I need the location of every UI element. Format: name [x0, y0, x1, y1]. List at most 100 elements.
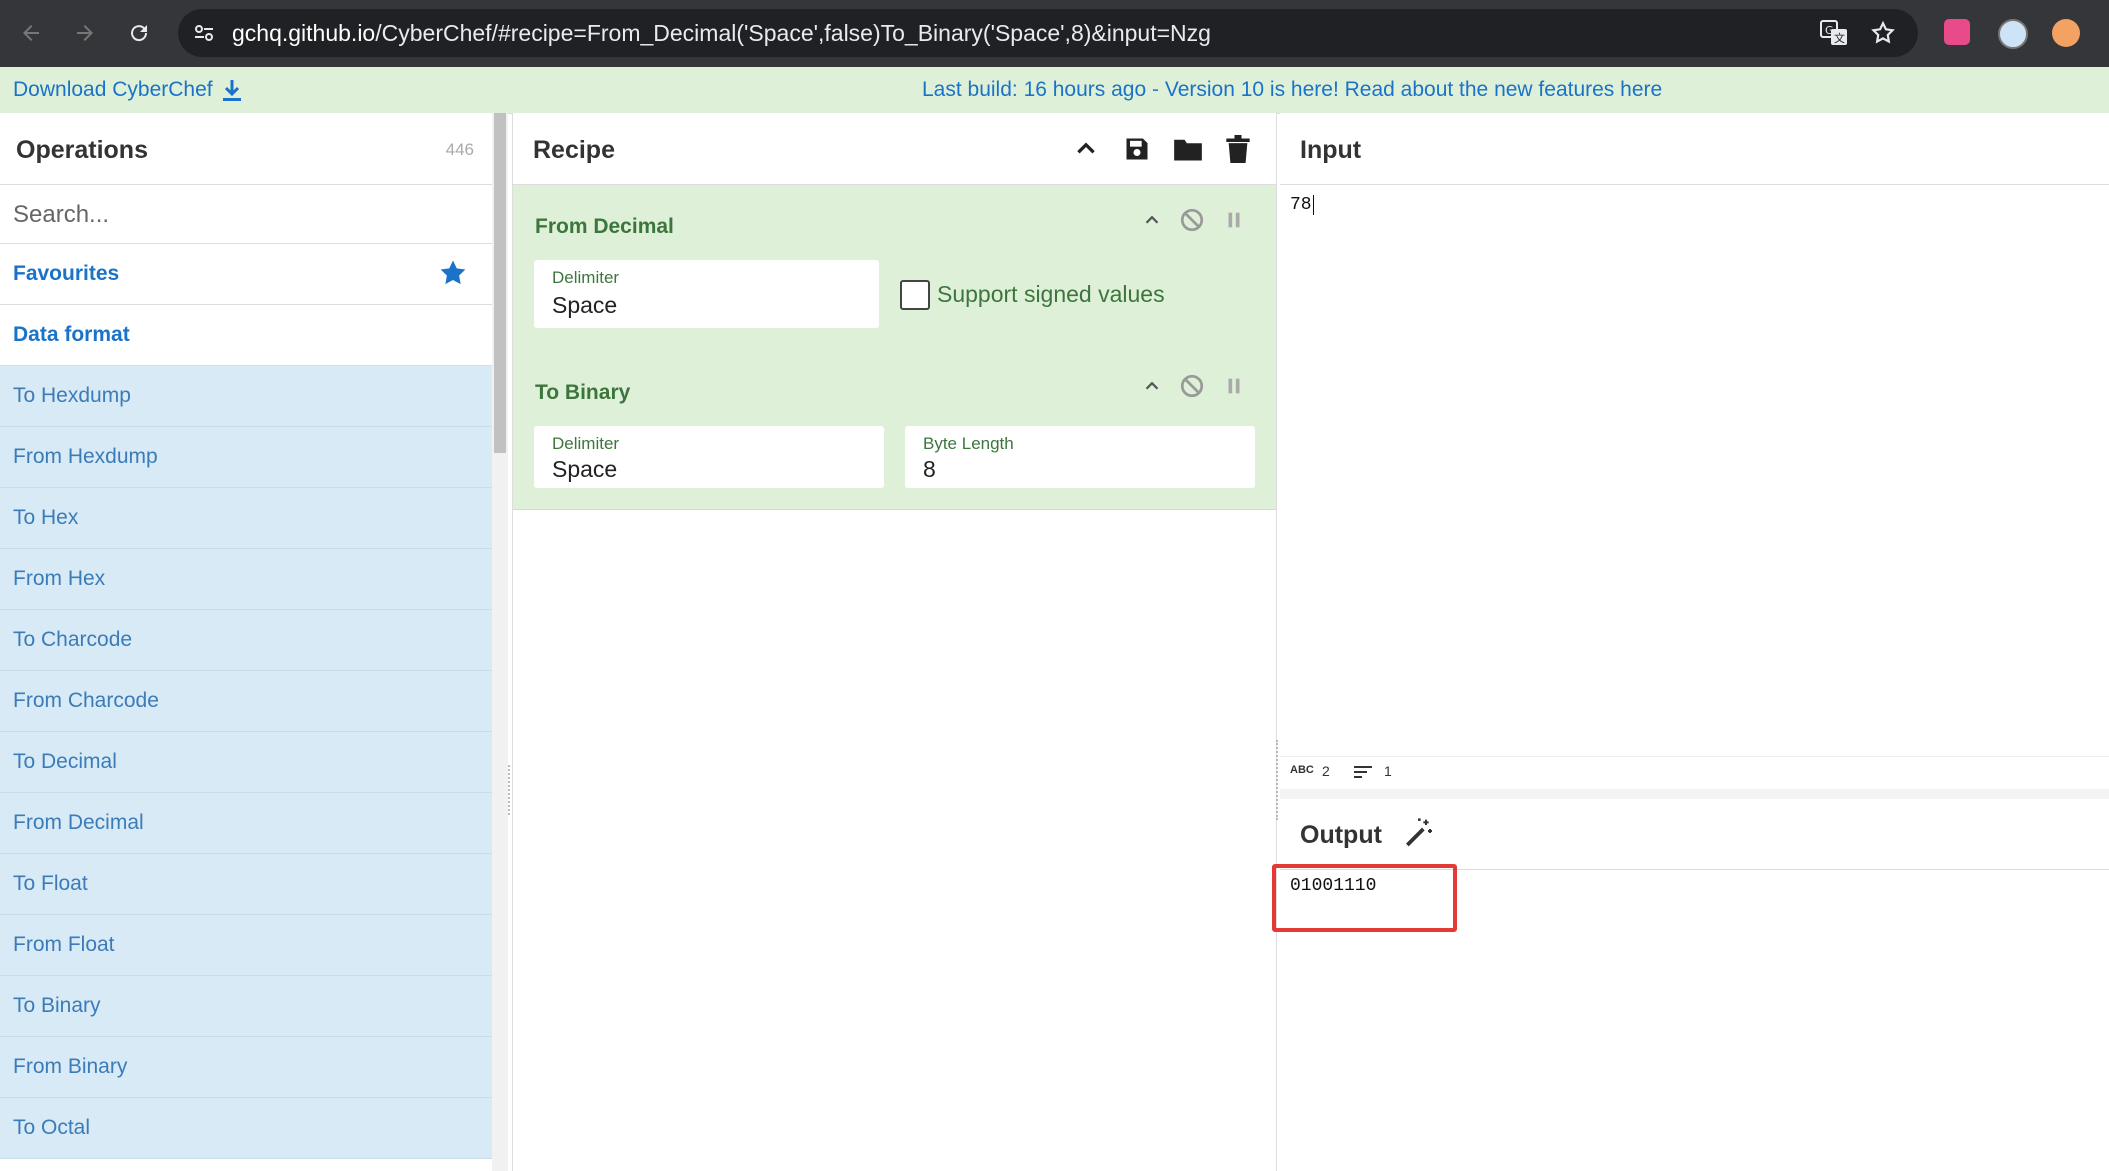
op-item-label: To Decimal — [13, 750, 117, 773]
banner-separator: - — [1146, 78, 1165, 101]
reload-icon[interactable] — [122, 16, 156, 50]
disable-op-icon[interactable] — [1179, 373, 1205, 404]
char-count: 2 — [1322, 763, 1330, 779]
op-item-from-float[interactable]: From Float — [0, 915, 492, 976]
extension-icon[interactable] — [1944, 19, 1970, 45]
url-path: /CyberChef/#recipe=From_Decimal('Space',… — [375, 20, 1211, 46]
input-title: Input — [1300, 136, 1362, 164]
save-icon[interactable] — [1123, 135, 1151, 168]
op-item-to-hex[interactable]: To Hex — [0, 488, 492, 549]
op-item-from-hexdump[interactable]: From Hexdump — [0, 427, 492, 488]
delimiter-field[interactable]: Delimiter Space — [534, 426, 884, 488]
delimiter-field[interactable]: Delimiter Space — [534, 260, 879, 328]
op-item-to-decimal[interactable]: To Decimal — [0, 732, 492, 793]
lines-icon — [1354, 764, 1374, 783]
byte-length-label: Byte Length — [923, 434, 1014, 453]
collapse-all-icon[interactable] — [1073, 135, 1099, 166]
scrollbar-thumb[interactable] — [494, 113, 506, 453]
translate-icon[interactable]: G文 — [1820, 20, 1848, 51]
op-item-label: To Hexdump — [13, 384, 131, 407]
download-label: Download CyberChef — [13, 78, 213, 101]
op-item-from-hex[interactable]: From Hex — [0, 549, 492, 610]
recipe-title: Recipe — [533, 136, 615, 164]
op-item-label: To Float — [13, 872, 88, 895]
recipe-op-to-binary[interactable]: To Binary Delimiter Space Byte Length 8 — [513, 351, 1276, 510]
delimiter-label: Delimiter — [552, 268, 620, 287]
avatar[interactable] — [2052, 19, 2080, 47]
breakpoint-icon[interactable] — [1223, 209, 1245, 236]
favourites-label: Favourites — [13, 262, 120, 285]
magic-wand-icon[interactable] — [1402, 817, 1434, 854]
op-item-to-octal[interactable]: To Octal — [0, 1098, 492, 1159]
operations-count: 446 — [445, 140, 474, 159]
profile-icon[interactable] — [1998, 19, 2028, 49]
op-item-label: From Hex — [13, 567, 106, 590]
op-item-label: From Hexdump — [13, 445, 158, 468]
delimiter-label: Delimiter — [552, 434, 620, 453]
forward-icon[interactable] — [68, 16, 102, 50]
op-item-from-binary[interactable]: From Binary — [0, 1037, 492, 1098]
delimiter-value: Space — [552, 456, 618, 482]
url-text: gchq.github.io/CyberChef/#recipe=From_De… — [232, 20, 1211, 47]
collapse-op-icon[interactable] — [1141, 375, 1163, 402]
star-icon — [440, 260, 466, 285]
recipe-resize-handle[interactable] — [1276, 740, 1282, 820]
op-item-label: From Float — [13, 933, 115, 956]
download-cyberchef-link[interactable]: Download CyberChef — [13, 78, 243, 102]
url-host: gchq.github.io — [232, 20, 376, 46]
op-item-to-binary[interactable]: To Binary — [0, 976, 492, 1037]
output-title: Output — [1300, 821, 1382, 849]
byte-length-field[interactable]: Byte Length 8 — [905, 426, 1255, 488]
text-cursor — [1312, 195, 1314, 215]
op-item-label: From Charcode — [13, 689, 159, 712]
search-placeholder: Search... — [13, 201, 110, 228]
op-item-label: From Binary — [13, 1055, 128, 1078]
version-message[interactable]: Last build: 16 hours ago - Version 10 is… — [922, 78, 1662, 102]
ops-resize-handle[interactable] — [508, 765, 514, 815]
op-item-from-decimal[interactable]: From Decimal — [0, 793, 492, 854]
op-item-to-charcode[interactable]: To Charcode — [0, 610, 492, 671]
op-item-to-hexdump[interactable]: To Hexdump — [0, 366, 492, 427]
recipe-op-title: To Binary — [535, 381, 631, 404]
category-data-format[interactable]: Data format — [0, 305, 492, 366]
version-notice-link[interactable]: Version 10 is here! Read about the new f… — [1165, 78, 1662, 101]
search-input[interactable]: Search... — [0, 185, 492, 244]
back-icon[interactable] — [14, 16, 48, 50]
op-item-label: From Decimal — [13, 811, 144, 834]
output-highlight-box — [1272, 864, 1457, 932]
breakpoint-icon[interactable] — [1223, 375, 1245, 402]
op-item-to-float[interactable]: To Float — [0, 854, 492, 915]
op-item-from-charcode[interactable]: From Charcode — [0, 671, 492, 732]
folder-icon[interactable] — [1173, 135, 1203, 168]
support-signed-values-label[interactable]: Support signed values — [937, 281, 1165, 308]
collapse-op-icon[interactable] — [1141, 209, 1163, 236]
byte-length-value: 8 — [923, 456, 936, 482]
disable-op-icon[interactable] — [1179, 207, 1205, 238]
io-divider[interactable] — [1280, 789, 2109, 799]
op-item-label: To Charcode — [13, 628, 133, 651]
recipe-op-from-decimal[interactable]: From Decimal Delimiter Space Support sig… — [513, 185, 1276, 352]
browser-toolbar: gchq.github.io/CyberChef/#recipe=From_De… — [0, 0, 2109, 67]
notice-banner: Download CyberChef Last build: 16 hours … — [0, 67, 2109, 114]
recipe-panel: Recipe From Decimal Delimiter Space Supp… — [512, 113, 1277, 1171]
bookmark-star-icon[interactable] — [1870, 20, 1896, 51]
operations-header: Operations 446 — [0, 113, 492, 185]
operations-scrollbar[interactable] — [492, 113, 508, 1171]
address-bar[interactable]: gchq.github.io/CyberChef/#recipe=From_De… — [178, 9, 1918, 57]
input-status-bar: ABC 2 1 — [1280, 756, 2109, 787]
download-icon — [222, 80, 241, 101]
delimiter-value: Space — [552, 292, 618, 318]
svg-text:文: 文 — [1834, 31, 1845, 45]
input-value: 78 — [1290, 195, 1312, 215]
operations-title: Operations — [16, 136, 148, 164]
input-textarea[interactable]: 78 — [1290, 195, 1314, 215]
output-header: Output — [1280, 799, 2109, 870]
site-settings-icon[interactable] — [192, 21, 216, 50]
operations-panel: Operations 446 Search... Favourites Data… — [0, 113, 492, 1171]
support-signed-values-checkbox[interactable] — [900, 280, 930, 310]
operations-list: To Hexdump From Hexdump To Hex From Hex … — [0, 366, 492, 1159]
io-panel: Input 78 ABC 2 1 Output 01001110 — [1280, 113, 2109, 1171]
category-favourites[interactable]: Favourites — [0, 244, 492, 305]
trash-icon[interactable] — [1225, 135, 1251, 168]
op-item-label: To Hex — [13, 506, 79, 529]
